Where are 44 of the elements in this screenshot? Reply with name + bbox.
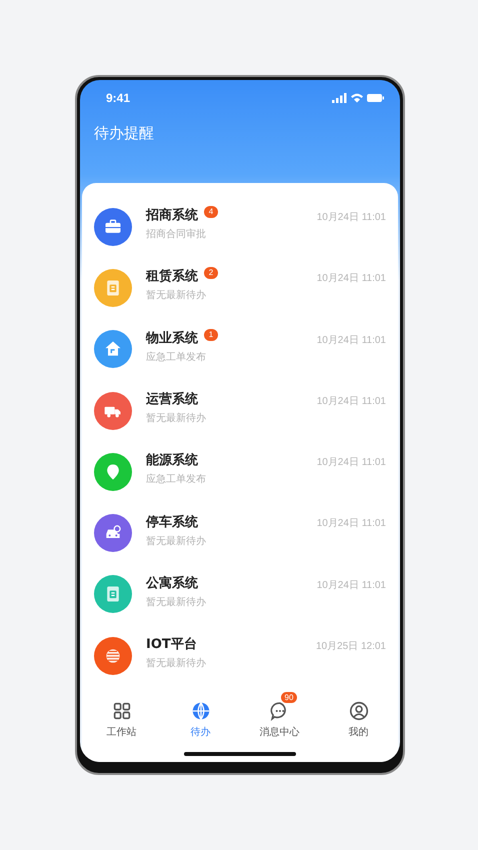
item-subtitle: 暂无最新待办	[146, 288, 206, 302]
message-count-badge: 90	[280, 692, 298, 703]
item-time: 10月25日 12:01	[316, 640, 386, 654]
system-name: 物业系统	[146, 330, 198, 347]
system-name: 能源系统	[146, 452, 198, 470]
item-subtitle: 暂无最新待办	[146, 656, 206, 670]
item-time: 10月24日 11:01	[316, 272, 386, 286]
status-time: 9:41	[106, 91, 130, 105]
item-time: 10月24日 11:01	[316, 517, 386, 530]
nav-tab[interactable]: 我的	[319, 692, 398, 739]
count-badge: 2	[204, 267, 218, 280]
page-title: 待办提醒	[93, 123, 155, 144]
system-name: IOT平台	[146, 636, 197, 654]
item-subtitle: 暂无最新待办	[146, 412, 206, 426]
system-name: 运营系统	[146, 390, 198, 408]
system-list-item[interactable]: IOT平台 暂无最新待办 10月25日 12:01	[82, 625, 398, 686]
item-subtitle: 暂无最新待办	[146, 534, 206, 548]
system-name: 招商系统	[146, 206, 198, 224]
system-name: 停车系统	[146, 514, 198, 531]
count-badge: 4	[204, 206, 218, 218]
item-time: 10月24日 11:01	[316, 578, 386, 592]
item-subtitle: 应急工单发布	[146, 472, 206, 486]
nav-tab[interactable]: 工作站	[82, 692, 161, 739]
system-list-item[interactable]: 物业系统 1 应急工单发布 10月24日 11:01	[82, 318, 398, 380]
item-time: 10月24日 11:01	[316, 334, 386, 347]
nav-tab[interactable]: 90 消息中心	[240, 692, 319, 739]
item-subtitle: 暂无最新待办	[146, 596, 206, 609]
nav-tab[interactable]: 待办	[161, 692, 240, 739]
status-icons	[332, 92, 384, 104]
system-list-item[interactable]: 停车系统 暂无最新待办 10月24日 11:01	[82, 502, 398, 564]
item-time: 10月24日 11:01	[316, 394, 386, 408]
system-name: 公寓系统	[146, 574, 198, 592]
system-name: 租赁系统	[146, 268, 198, 286]
item-time: 10月24日 11:01	[316, 211, 386, 224]
item-subtitle: 招商合同审批	[146, 228, 206, 242]
system-list-item[interactable]: 能源系统 应急工单发布 10月24日 11:01	[82, 441, 398, 502]
item-subtitle: 应急工单发布	[146, 350, 206, 364]
system-list-item[interactable]: 招商系统 4 招商合同审批 10月24日 11:01	[82, 196, 398, 258]
user-icon	[348, 700, 370, 722]
count-badge: 1	[204, 328, 218, 341]
system-list-item[interactable]: 公寓系统 暂无最新待办 10月24日 11:01	[82, 564, 398, 626]
item-time: 10月24日 11:01	[316, 456, 386, 470]
system-list-item[interactable]: 租赁系统 2 暂无最新待办 10月24日 11:01	[82, 257, 398, 319]
system-list-item[interactable]: 运营系统 暂无最新待办 10月24日 11:01	[82, 380, 398, 442]
